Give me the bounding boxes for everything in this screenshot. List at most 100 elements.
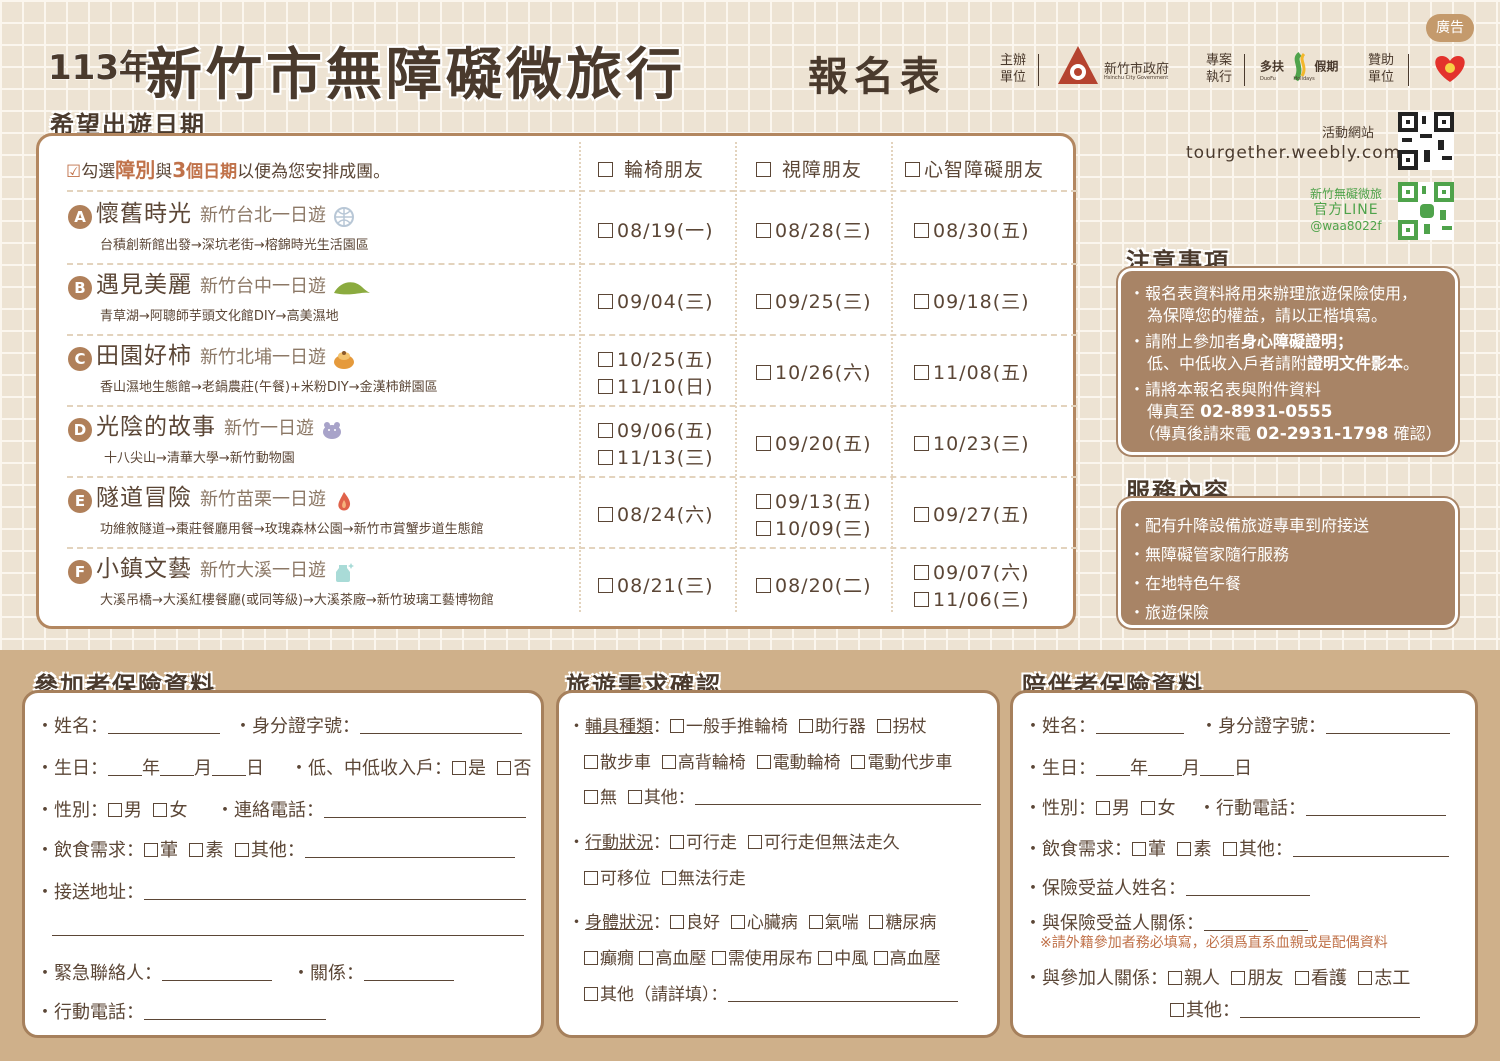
trip-date-options[interactable]: 09/25(三) <box>756 289 872 316</box>
aid-type-row-3[interactable]: 無 其他： <box>584 783 981 808</box>
checkbox[interactable] <box>756 578 771 593</box>
line-qr-code[interactable] <box>1398 182 1454 240</box>
checkbox[interactable] <box>598 578 613 593</box>
participant-diet-field[interactable]: ・飲食需求：葷 素 其他： <box>36 836 515 862</box>
checkbox[interactable] <box>598 450 613 465</box>
trip-date-options[interactable]: 09/13(五) 10/09(三) <box>756 489 872 543</box>
date-option[interactable]: 09/06(五) <box>598 418 714 445</box>
mobility-row-2[interactable]: 可移位 無法行走 <box>584 864 746 889</box>
checkbox[interactable] <box>598 352 613 367</box>
checkbox[interactable] <box>756 162 771 177</box>
trip-date-options[interactable]: 08/24(六) <box>598 502 714 529</box>
participant-gender-field[interactable]: ・性別：男 女 <box>36 796 187 822</box>
health-row-1[interactable]: ・身體狀況： 良好 心臟病 氣喘 糖尿病 <box>568 908 936 933</box>
date-option[interactable]: 08/21(三) <box>598 573 714 600</box>
aid-type-row-1[interactable]: ・輔具種類： 一般手推輪椅 助行器 拐杖 <box>568 712 927 737</box>
participant-low-income-field[interactable]: ・低、中低收入戶：是 否 <box>290 754 531 780</box>
date-option[interactable]: 08/28(三) <box>756 218 872 245</box>
trip-date-options[interactable]: 08/28(三) <box>756 218 872 245</box>
date-option[interactable]: 11/08(五) <box>914 360 1030 387</box>
date-option[interactable]: 10/25(五) <box>598 347 714 374</box>
date-option[interactable]: 09/18(三) <box>914 289 1030 316</box>
participant-name-field[interactable]: ・姓名： <box>36 712 220 738</box>
trip-date-options[interactable]: 09/04(三) <box>598 289 714 316</box>
trip-date-options[interactable]: 09/20(五) <box>756 431 872 458</box>
date-option[interactable]: 08/20(二) <box>756 573 872 600</box>
date-option[interactable]: 09/04(三) <box>598 289 714 316</box>
participant-phone-field[interactable]: ・連絡電話： <box>216 796 526 822</box>
companion-diet-field[interactable]: ・飲食需求：葷 素 其他： <box>1024 835 1449 861</box>
trip-date-options[interactable]: 09/06(五) 11/13(三) <box>598 418 714 472</box>
participant-birth-field[interactable]: ・生日：年月日 <box>36 754 264 780</box>
aid-type-row-2[interactable]: 散步車 高背輪椅 電動輪椅 電動代步車 <box>584 748 952 773</box>
date-option[interactable]: 10/23(三) <box>914 431 1030 458</box>
participant-relation-field[interactable]: ・關係： <box>292 959 454 985</box>
trip-date-options[interactable]: 10/26(六) <box>756 360 872 387</box>
checkbox[interactable] <box>756 365 771 380</box>
companion-id-field[interactable]: ・身分證字號： <box>1200 712 1450 738</box>
checkbox[interactable] <box>914 223 929 238</box>
relation-other-field[interactable]: 其他： <box>1170 996 1420 1022</box>
trip-date-options[interactable]: 08/19(一) <box>598 218 714 245</box>
relation-to-participant-field[interactable]: ・與參加人關係： 親人 朋友 看護 志工 <box>1024 964 1410 990</box>
date-option[interactable]: 11/10(日) <box>598 374 714 401</box>
beneficiary-name-field[interactable]: ・保險受益人姓名： <box>1024 874 1310 900</box>
date-option[interactable]: 08/30(五) <box>914 218 1030 245</box>
trip-date-options[interactable]: 08/30(五) <box>914 218 1030 245</box>
participant-emergency-field[interactable]: ・緊急聯絡人： <box>36 959 272 985</box>
mobility-row-1[interactable]: ・行動狀況： 可行走 可行走但無法走久 <box>568 828 900 853</box>
date-option[interactable]: 09/20(五) <box>756 431 872 458</box>
date-option[interactable]: 10/09(三) <box>756 516 872 543</box>
participant-id-field[interactable]: ・身分證字號： <box>234 712 522 738</box>
health-row-2[interactable]: 癲癇 高血壓 需使用尿布 中風 高血壓 <box>584 944 941 969</box>
health-row-3[interactable]: 其他（請詳填）： <box>584 980 958 1005</box>
category-wheelchair[interactable]: 輪椅朋友 <box>598 155 704 182</box>
trip-date-options[interactable]: 10/25(五) 11/10(日) <box>598 347 714 401</box>
checkbox[interactable] <box>598 379 613 394</box>
checkbox[interactable] <box>756 436 771 451</box>
checkbox[interactable] <box>914 365 929 380</box>
checkbox[interactable] <box>756 294 771 309</box>
trip-date-options[interactable]: 09/18(三) <box>914 289 1030 316</box>
date-option[interactable]: 08/19(一) <box>598 218 714 245</box>
trip-date-options[interactable]: 08/21(三) <box>598 573 714 600</box>
checkbox[interactable] <box>756 494 771 509</box>
date-option[interactable]: 10/26(六) <box>756 360 872 387</box>
companion-gender-field[interactable]: ・性別：男 女 <box>1024 794 1175 820</box>
date-option[interactable]: 09/27(五) <box>914 502 1030 529</box>
checkbox[interactable] <box>914 436 929 451</box>
checkbox[interactable] <box>598 294 613 309</box>
checkbox[interactable] <box>598 507 613 522</box>
category-visual[interactable]: 視障朋友 <box>756 155 862 182</box>
date-option[interactable]: 11/13(三) <box>598 445 714 472</box>
checkbox[interactable] <box>914 592 929 607</box>
participant-address-field[interactable]: ・接送地址： <box>36 878 526 904</box>
date-option[interactable]: 11/06(三) <box>914 587 1030 614</box>
checkbox[interactable] <box>598 423 613 438</box>
category-intellectual[interactable]: 心智障礙朋友 <box>905 155 1044 182</box>
checkbox[interactable] <box>756 521 771 536</box>
companion-phone-field[interactable]: ・行動電話： <box>1198 794 1446 820</box>
checkbox[interactable] <box>756 223 771 238</box>
website-qr-code[interactable] <box>1398 112 1454 170</box>
checkbox[interactable] <box>905 162 920 177</box>
date-option[interactable]: 08/24(六) <box>598 502 714 529</box>
checkbox[interactable] <box>914 294 929 309</box>
checkbox[interactable] <box>598 162 613 177</box>
trip-date-options[interactable]: 09/27(五) <box>914 502 1030 529</box>
trip-date-options[interactable]: 11/08(五) <box>914 360 1030 387</box>
date-option[interactable]: 09/07(六) <box>914 560 1030 587</box>
address-line-2[interactable] <box>52 935 524 936</box>
date-option[interactable]: 09/25(三) <box>756 289 872 316</box>
participant-mobile-field[interactable]: ・行動電話： <box>36 998 326 1024</box>
date-option[interactable]: 09/13(五) <box>756 489 872 516</box>
trip-date-options[interactable]: 08/20(二) <box>756 573 872 600</box>
trip-date-options[interactable]: 10/23(三) <box>914 431 1030 458</box>
companion-name-field[interactable]: ・姓名： <box>1024 712 1184 738</box>
checkbox[interactable] <box>914 507 929 522</box>
companion-birth-field[interactable]: ・生日：年月日 <box>1024 754 1252 780</box>
trip-date-options[interactable]: 09/07(六) 11/06(三) <box>914 560 1030 614</box>
checkbox[interactable] <box>598 223 613 238</box>
website-url[interactable]: tourgether.weebly.com <box>1186 143 1401 163</box>
checkbox[interactable] <box>914 565 929 580</box>
